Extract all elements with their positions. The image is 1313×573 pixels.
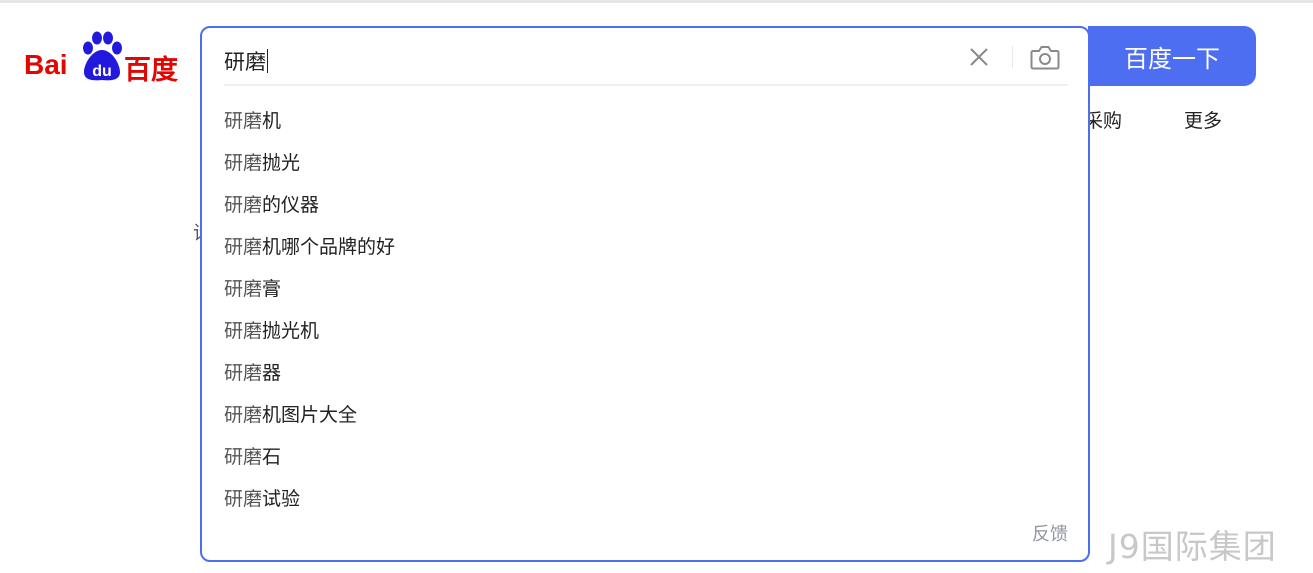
suggestion-rest: 器: [262, 362, 282, 384]
nav-link-more[interactable]: 更多: [1184, 106, 1222, 133]
suggestion-item[interactable]: 研磨膏: [224, 274, 395, 316]
suggestion-rest: 抛光机: [262, 320, 320, 342]
search-button[interactable]: 百度一下: [1088, 26, 1256, 86]
suggestion-item[interactable]: 研磨的仪器: [224, 190, 395, 232]
baidu-logo[interactable]: Bai du 百度: [22, 28, 182, 86]
suggestion-prefix: 研磨: [224, 110, 263, 132]
suggestion-item[interactable]: 研磨机图片大全: [224, 400, 395, 442]
search-box[interactable]: 研磨 研磨机 研磨抛光 研磨的仪器 研磨机哪个品牌的好 研磨膏 研磨抛光机 研磨…: [200, 26, 1090, 562]
suggestion-prefix: 研磨: [224, 236, 263, 258]
suggestion-rest: 石: [262, 446, 282, 468]
suggestion-item[interactable]: 研磨器: [224, 358, 395, 400]
toolbar-divider: [1012, 46, 1013, 68]
search-input-value: 研磨: [224, 50, 266, 74]
suggestion-rest: 抛光: [262, 152, 301, 174]
logo-text-bai: Bai: [24, 49, 68, 80]
suggestion-item[interactable]: 研磨机: [224, 106, 395, 148]
suggestion-prefix: 研磨: [224, 194, 263, 216]
suggestion-list: 研磨机 研磨抛光 研磨的仪器 研磨机哪个品牌的好 研磨膏 研磨抛光机 研磨器 研…: [224, 106, 395, 526]
suggestion-rest: 机: [262, 110, 282, 132]
suggestion-prefix: 研磨: [224, 404, 263, 426]
logo-text-du: du: [92, 63, 112, 80]
suggestion-item[interactable]: 研磨试验: [224, 484, 395, 526]
paw-icon: du: [83, 31, 122, 81]
top-divider: [0, 0, 1313, 3]
suggestion-prefix: 研磨: [224, 278, 263, 300]
watermark-text: J9国际集团: [1108, 527, 1277, 566]
suggestion-prefix: 研磨: [224, 152, 263, 174]
suggestion-rest: 膏: [262, 278, 282, 300]
suggestion-item[interactable]: 研磨抛光机: [224, 316, 395, 358]
suggestion-prefix: 研磨: [224, 488, 263, 510]
suggestion-prefix: 研磨: [224, 320, 263, 342]
suggestion-item[interactable]: 研磨石: [224, 442, 395, 484]
suggestion-item[interactable]: 研磨机哪个品牌的好: [224, 232, 395, 274]
suggestion-rest: 机图片大全: [262, 404, 358, 426]
suggestion-divider: [224, 84, 1068, 86]
search-input[interactable]: 研磨: [224, 46, 268, 76]
logo-text-cn: 百度: [124, 55, 178, 86]
text-caret: [267, 49, 268, 73]
suggestion-rest: 试验: [262, 488, 301, 510]
suggestion-rest: 的仪器: [262, 194, 320, 216]
suggestion-prefix: 研磨: [224, 362, 263, 384]
camera-icon[interactable]: [1028, 40, 1062, 74]
suggestion-prefix: 研磨: [224, 446, 263, 468]
suggestion-rest: 机哪个品牌的好: [262, 236, 396, 258]
feedback-link[interactable]: 反馈: [1032, 520, 1068, 546]
suggestion-item[interactable]: 研磨抛光: [224, 148, 395, 190]
close-icon[interactable]: [964, 42, 994, 72]
